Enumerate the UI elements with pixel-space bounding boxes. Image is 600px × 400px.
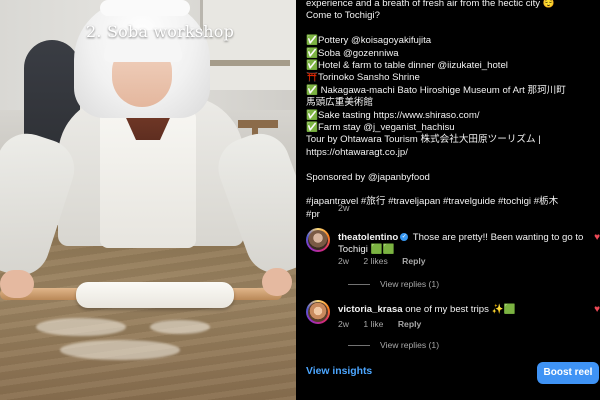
comment-age: 2w: [338, 319, 349, 329]
video-flour: [150, 320, 210, 334]
commenter-avatar[interactable]: [306, 300, 330, 324]
comment-likes[interactable]: 2 likes: [363, 256, 387, 266]
caption-line: Sponsored by @japanbyfood: [306, 171, 430, 183]
caption-line: ⛩️Torinoko Sansho Shrine: [306, 72, 420, 84]
video-chair: [238, 120, 278, 128]
caption-line: ✅Pottery @koisagoyakifujita: [306, 35, 432, 47]
video-figure-left-hand: [0, 270, 34, 298]
reel-view: 2. Soba workshop experience and a breath…: [0, 0, 600, 400]
verified-badge-icon: ✓: [400, 233, 409, 242]
video-figure-headband: [100, 0, 190, 16]
caption-line: ✅Sake tasting https://www.shiraso.com/: [306, 109, 480, 121]
video-overlay-title: 2. Soba workshop: [86, 22, 235, 41]
video-soba-dough: [76, 282, 234, 308]
caption-line: Come to Tochigi?: [306, 10, 380, 22]
video-figure-right-hand: [262, 268, 292, 296]
comment-meta: 2w 2 likes Reply: [338, 256, 438, 266]
video-window: [200, 0, 296, 90]
caption-timestamp: 2w: [338, 203, 350, 213]
comment-likes[interactable]: 1 like: [363, 319, 383, 329]
caption-line: 馬頭広重美術館: [306, 97, 374, 109]
replies-divider: [348, 284, 370, 286]
caption-line: ✅Hotel & farm to table dinner @iizukatei…: [306, 60, 508, 72]
caption-line: ✅Soba @gozenniwa: [306, 47, 399, 59]
comment-username[interactable]: theatolentino: [338, 232, 398, 243]
view-replies-button[interactable]: View replies (1): [348, 279, 439, 289]
comment-body: theatolentino ✓ Those are pretty!! Been w…: [338, 232, 594, 256]
video-flour: [36, 318, 126, 336]
caption-line: ✅Farm stay @j_veganist_hachisu: [306, 122, 455, 134]
comment-age: 2w: [338, 256, 349, 266]
view-replies-label: View replies (1): [380, 340, 440, 350]
comment-meta: 2w 1 like Reply: [338, 319, 433, 329]
caption-line: experience and a breath of fresh air fro…: [306, 0, 555, 9]
boost-reel-button[interactable]: Boost reel: [537, 362, 599, 384]
caption-line: ✅ Nakagawa-machi Bato Hiroshige Museum o…: [306, 84, 566, 96]
video-flour: [60, 340, 180, 360]
reply-button[interactable]: Reply: [402, 256, 425, 266]
replies-divider: [348, 345, 370, 347]
comment-body: victoria_krasa one of my best trips ✨🟩: [338, 304, 594, 316]
view-insights-link[interactable]: View insights: [306, 366, 372, 377]
comment-text: one of my best trips ✨🟩: [405, 304, 516, 315]
comments-panel: experience and a breath of fresh air fro…: [296, 0, 600, 400]
comment-username[interactable]: victoria_krasa: [338, 304, 403, 315]
commenter-avatar[interactable]: [306, 228, 330, 252]
reel-video[interactable]: 2. Soba workshop: [0, 0, 296, 400]
heart-icon[interactable]: ♥: [594, 304, 600, 315]
heart-icon[interactable]: ♥: [594, 232, 600, 243]
caption-line: Tour by Ohtawara Tourism 株式会社大田原ツーリズム |: [306, 134, 541, 146]
view-replies-button[interactable]: View replies (1): [348, 340, 439, 350]
video-shelf: [205, 60, 290, 66]
caption-line: https://ohtawaragt.co.jp/: [306, 146, 408, 158]
post-caption: experience and a breath of fresh air fro…: [306, 0, 592, 221]
reply-button[interactable]: Reply: [398, 319, 421, 329]
view-replies-label: View replies (1): [380, 279, 440, 289]
